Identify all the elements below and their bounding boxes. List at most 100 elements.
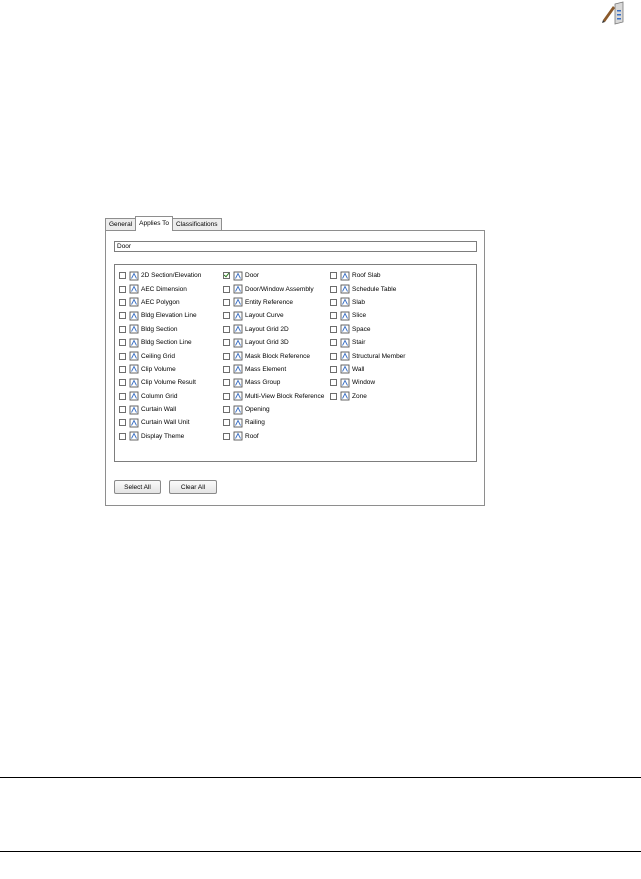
- object-type-item[interactable]: Multi-View Block Reference: [223, 390, 324, 403]
- object-type-checkbox[interactable]: [223, 312, 230, 320]
- object-type-item[interactable]: Mass Group: [223, 376, 324, 389]
- object-type-checkbox[interactable]: [223, 339, 230, 347]
- object-type-checkbox[interactable]: [330, 312, 337, 320]
- object-type-checkbox[interactable]: [119, 272, 126, 280]
- object-type-item[interactable]: Layout Grid 2D: [223, 323, 324, 336]
- object-type-checkbox[interactable]: [119, 365, 126, 373]
- 2d-section-elevation-icon: [129, 271, 139, 281]
- object-type-checkbox[interactable]: [119, 339, 126, 347]
- curtain-wall-icon: [129, 405, 139, 415]
- object-type-item[interactable]: Wall: [330, 363, 405, 376]
- object-type-item[interactable]: Opening: [223, 403, 324, 416]
- object-type-checkbox[interactable]: [330, 365, 337, 373]
- object-type-label: Door: [245, 272, 260, 280]
- object-type-checkbox[interactable]: [330, 285, 337, 293]
- object-type-label: Curtain Wall Unit: [141, 419, 190, 427]
- object-type-checkbox[interactable]: [119, 312, 126, 320]
- object-type-checkbox[interactable]: [223, 365, 230, 373]
- object-type-label: Roof Slab: [352, 272, 381, 280]
- object-type-item[interactable]: Clip Volume: [119, 363, 201, 376]
- object-type-item[interactable]: Bldg Elevation Line: [119, 309, 201, 322]
- object-type-item[interactable]: Structural Member: [330, 349, 405, 362]
- object-type-item[interactable]: Display Theme: [119, 430, 201, 443]
- object-type-item[interactable]: Slab: [330, 296, 405, 309]
- object-type-checkbox[interactable]: [330, 298, 337, 306]
- object-type-checkbox[interactable]: [330, 272, 337, 280]
- object-type-checkbox[interactable]: [330, 379, 337, 387]
- object-type-checkbox[interactable]: [119, 419, 126, 427]
- object-type-item[interactable]: Bldg Section: [119, 323, 201, 336]
- object-type-item[interactable]: AEC Dimension: [119, 282, 201, 295]
- object-type-label: Stair: [352, 339, 366, 347]
- object-type-item[interactable]: Roof Slab: [330, 269, 405, 282]
- object-type-item[interactable]: Slice: [330, 309, 405, 322]
- object-type-item[interactable]: Ceiling Grid: [119, 349, 201, 362]
- object-type-label: Layout Grid 2D: [245, 325, 289, 333]
- stair-icon: [340, 338, 350, 348]
- entity-reference-icon: [233, 298, 243, 307]
- object-type-item[interactable]: Mass Element: [223, 363, 324, 376]
- object-type-checkbox[interactable]: [119, 325, 126, 333]
- object-type-item[interactable]: Space: [330, 323, 405, 336]
- object-type-checkbox[interactable]: [223, 406, 230, 414]
- aec-dimension-icon: [129, 284, 139, 294]
- object-type-checkbox[interactable]: [330, 325, 337, 333]
- roof-icon: [233, 431, 243, 441]
- object-type-item[interactable]: Entity Reference: [223, 296, 324, 309]
- object-type-checkbox[interactable]: [223, 285, 230, 293]
- object-type-item[interactable]: Bldg Section Line: [119, 336, 201, 349]
- object-type-item[interactable]: Door: [223, 269, 324, 282]
- object-type-label: Window: [352, 379, 376, 387]
- pencil-properties-icon: [602, 1, 624, 25]
- select-all-button[interactable]: Select All: [114, 480, 161, 494]
- tab-applies-to[interactable]: Applies To: [135, 216, 173, 231]
- object-type-checkbox[interactable]: [223, 325, 230, 333]
- object-type-label: Roof: [245, 432, 259, 440]
- ceiling-grid-icon: [129, 351, 139, 361]
- object-type-checkbox[interactable]: [330, 392, 337, 400]
- object-type-checkbox[interactable]: [119, 352, 126, 360]
- name-field[interactable]: Door: [114, 241, 477, 252]
- object-type-item[interactable]: Railing: [223, 416, 324, 429]
- object-type-item[interactable]: AEC Polygon: [119, 296, 201, 309]
- slice-icon: [340, 311, 350, 321]
- object-type-item[interactable]: Column Grid: [119, 390, 201, 403]
- object-type-item[interactable]: Window: [330, 376, 405, 389]
- object-type-item[interactable]: Layout Curve: [223, 309, 324, 322]
- mask-block-reference-icon: [233, 351, 243, 361]
- object-type-item[interactable]: Door/Window Assembly: [223, 282, 324, 295]
- door-icon: [233, 271, 243, 281]
- object-type-checkbox[interactable]: [119, 298, 126, 306]
- object-type-label: Bldg Elevation Line: [141, 312, 197, 320]
- object-type-checkbox[interactable]: [330, 339, 337, 347]
- object-type-item[interactable]: Curtain Wall Unit: [119, 416, 201, 429]
- space-icon: [340, 324, 350, 334]
- object-type-checkbox[interactable]: [223, 352, 230, 360]
- object-type-item[interactable]: Roof: [223, 430, 324, 443]
- column-grid-icon: [129, 391, 139, 401]
- object-type-item[interactable]: Zone: [330, 390, 405, 403]
- clear-all-button[interactable]: Clear All: [169, 480, 217, 494]
- object-type-checkbox[interactable]: [119, 379, 126, 387]
- object-type-checkbox[interactable]: [223, 379, 230, 387]
- object-type-item[interactable]: Mask Block Reference: [223, 349, 324, 362]
- object-type-checkbox[interactable]: [119, 432, 126, 440]
- object-type-label: Door/Window Assembly: [245, 285, 314, 293]
- object-type-checkbox[interactable]: [223, 419, 230, 427]
- object-type-item[interactable]: Curtain Wall: [119, 403, 201, 416]
- object-type-item[interactable]: Stair: [330, 336, 405, 349]
- object-type-item[interactable]: Layout Grid 3D: [223, 336, 324, 349]
- object-type-item[interactable]: Clip Volume Result: [119, 376, 201, 389]
- object-type-label: Zone: [352, 392, 367, 400]
- object-type-checkbox[interactable]: [119, 406, 126, 414]
- object-type-checkbox[interactable]: [223, 432, 230, 440]
- object-type-item[interactable]: 2D Section/Elevation: [119, 269, 201, 282]
- object-type-checkbox[interactable]: [330, 352, 337, 360]
- object-type-checkbox[interactable]: [119, 285, 126, 293]
- object-type-checkbox[interactable]: [223, 392, 230, 400]
- object-type-checkbox[interactable]: [223, 298, 230, 306]
- object-type-checkbox[interactable]: [119, 392, 126, 400]
- object-type-label: Clip Volume: [141, 365, 176, 373]
- object-type-item[interactable]: Schedule Table: [330, 282, 405, 295]
- object-type-checkbox[interactable]: [223, 272, 230, 280]
